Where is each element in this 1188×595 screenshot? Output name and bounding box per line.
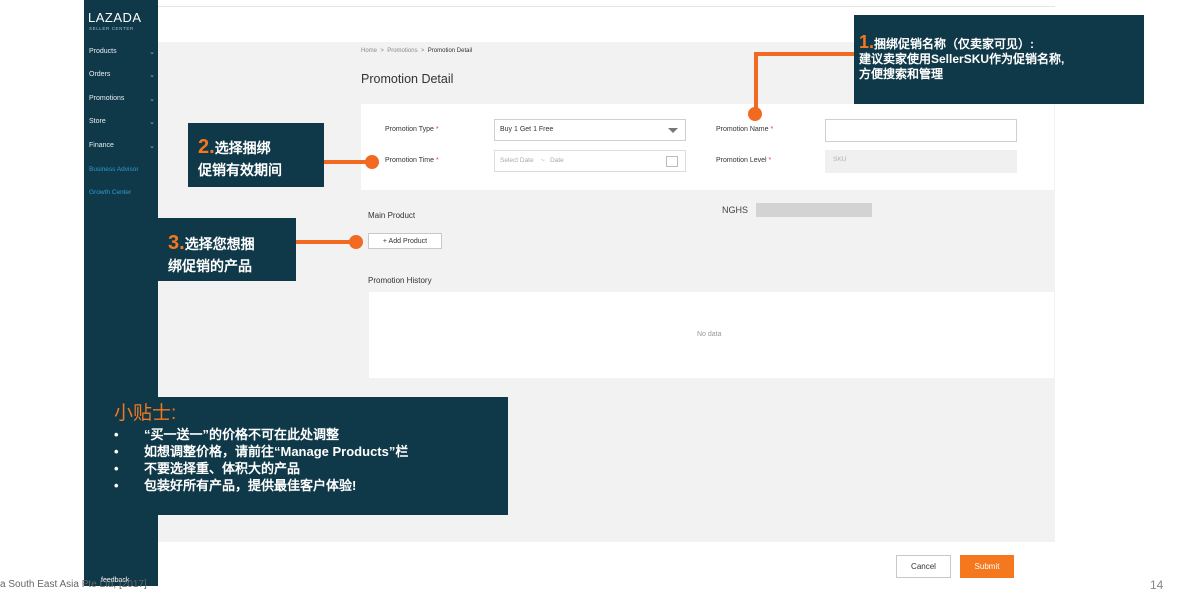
tip-item: • 不要选择重、体积大的产品 [114,461,301,476]
bullet: • [114,461,119,476]
breadcrumb-current: Promotion Detail [427,48,473,54]
main-product-sku: NGHS [722,205,749,215]
date-end-placeholder: Date [550,157,564,164]
tips-box: 小贴士: • “买一送一”的价格不可在此处调整 • 如想调整价格，请前往“Manag… [104,397,508,515]
redaction-mask [756,203,872,217]
required-mark: * [770,126,774,133]
promotion-name-input[interactable] [825,119,1017,142]
callout-2-connector [324,160,370,164]
required-mark: * [768,157,772,164]
sidebar-item-label: Finance [89,142,114,149]
callout-1-dot [748,107,762,121]
callout-2-box: 2.选择捆绑 促销有效期间 [188,123,324,187]
callout-3-connector [296,240,354,244]
tips-title: 小贴士: [114,403,177,424]
breadcrumb: Home > Promotions > Promotion Detail [361,48,472,54]
page-number: 14 [1150,578,1164,592]
callout-3-number: 3. [168,232,185,254]
promotion-form-card [361,104,1054,190]
seller-center-label: SELLER CENTER [89,26,134,31]
sidebar-item-products[interactable]: Products ⌄ [89,48,155,56]
sidebar-item-store[interactable]: Store ⌄ [89,118,155,126]
sidebar-item-label: Promotions [89,95,125,102]
callout-1-connector [754,52,758,108]
submit-button[interactable]: Submit [960,555,1014,578]
bullet: • [114,478,119,493]
cancel-button[interactable]: Cancel [896,555,951,578]
callout-1-number: 1. [859,32,875,52]
promotion-type-select[interactable]: Buy 1 Get 1 Free [494,119,686,141]
chevron-down-icon: ⌄ [149,49,155,56]
lazada-logo: LAZADA [88,10,142,25]
callout-1-box: 1.捆绑促销名称（仅卖家可见）: 建议卖家使用SellerSKU作为促销名称, … [854,15,1144,104]
required-mark: * [435,157,439,164]
callout-1-text: 方便搜索和管理 [859,67,944,81]
date-start-placeholder: Select Date [500,157,534,164]
chevron-down-icon: ⌄ [149,72,155,79]
callout-2-text: 促销有效期间 [198,162,282,178]
callout-3-dot [349,235,363,249]
chevron-down-icon: ⌄ [149,119,155,126]
callout-3-text: 选择您想捆 [184,236,255,252]
chevron-down-icon: ⌄ [149,143,155,150]
callout-1-text: 建议卖家使用SellerSKU作为促销名称, [859,52,1065,66]
sidebar-item-label: Store [89,118,106,125]
promotion-time-date-range[interactable]: Select Date ~ Date [494,150,686,172]
calendar-icon [666,156,678,167]
sidebar-item-promotions[interactable]: Promotions ⌄ [89,95,155,103]
callout-2-number: 2. [198,136,215,158]
tip-item: • 如想调整价格，请前往“Manage Products”栏 [114,444,409,459]
copyright-footer: a South East Asia Pte Ltd, [2017] [0,579,147,590]
callout-1-connector [754,52,854,56]
no-data-text: No data [697,331,722,338]
callout-3-text: 绑促销的产品 [168,258,252,274]
required-mark: * [435,126,439,133]
tip-item: • “买一送一”的价格不可在此处调整 [114,427,340,442]
callout-3-box: 3.选择您想捆 绑促销的产品 [158,218,296,281]
add-product-button[interactable]: + Add Product [368,233,442,249]
breadcrumb-separator: > [420,48,425,54]
bullet: • [114,444,119,459]
sidebar-item-label: Products [89,48,117,55]
sidebar-link-growth-center[interactable]: Growth Center [89,189,131,196]
promotion-name-label: Promotion Name * [716,126,774,133]
breadcrumb-separator: > [380,48,384,54]
date-range-separator: ~ [540,157,545,164]
promotion-history-label: Promotion History [368,276,432,285]
callout-2-dot [365,155,379,169]
breadcrumb-home[interactable]: Home [361,48,377,54]
caret-down-icon [668,128,678,133]
chevron-down-icon: ⌄ [149,96,155,103]
callout-1-text: 捆绑促销名称（仅卖家可见）: [874,37,1035,51]
main-product-label: Main Product [368,211,416,220]
bullet: • [114,427,119,442]
page-title: Promotion Detail [361,72,454,86]
tip-item: • 包装好所有产品，提供最佳客户体验! [114,478,357,493]
promotion-level-label: Promotion Level * [716,157,772,164]
sidebar-item-finance[interactable]: Finance ⌄ [89,142,155,150]
sidebar-link-business-advisor[interactable]: Business Advisor [89,166,139,173]
promotion-level-field: SKU [825,150,1017,173]
promotion-time-label: Promotion Time * [385,157,439,164]
sidebar-item-label: Orders [89,71,111,78]
promotion-type-label: Promotion Type * [385,126,439,133]
breadcrumb-promotions[interactable]: Promotions [387,48,417,54]
sidebar-item-orders[interactable]: Orders ⌄ [89,71,155,79]
callout-2-text: 选择捆绑 [214,140,271,156]
